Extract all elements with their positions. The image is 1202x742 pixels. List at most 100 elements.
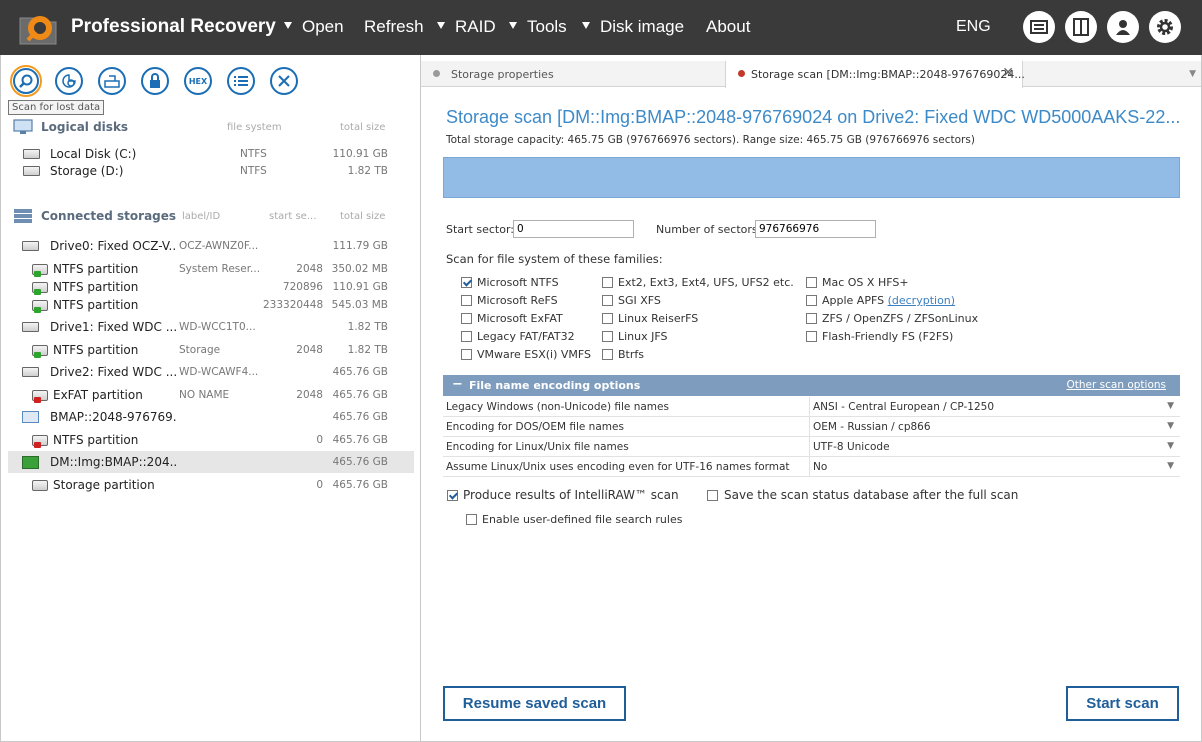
menu-refresh[interactable]: Refresh [364,17,424,37]
storage-row[interactable]: Drive0: Fixed OCZ-V... OCZ-AWNZ0F... 111.7… [8,235,414,257]
encoding-key: Encoding for DOS/OEM file names [446,421,624,433]
storage-row[interactable]: BMAP::2048-976769... 465.76 GB [8,406,414,428]
storage-start-sector: 0 [316,434,323,446]
storage-row[interactable]: DM::Img:BMAP::204... 465.76 GB [8,451,414,473]
start-scan-button[interactable]: Start scan [1066,686,1179,721]
encoding-select[interactable]: OEM - Russian / cp866 ▼ [809,417,1180,437]
menu-raid[interactable]: RAID [455,17,496,37]
fs-checkbox[interactable] [806,313,817,324]
storages-icon [14,209,32,223]
storage-name: NTFS partition [53,262,139,276]
fs-checkbox[interactable] [806,295,817,306]
save-db-checkbox[interactable] [707,490,718,501]
hex-editor-button[interactable]: HEX [184,67,212,95]
other-scan-options-link[interactable]: Other scan options [1067,379,1167,391]
fs-label: VMware ESX(i) VMFS [477,348,592,361]
storage-row[interactable]: Storage partition 0 465.76 GB [8,474,414,496]
disk-image-dropdown-icon [582,22,590,29]
fs-label: Mac OS X HFS+ [822,276,909,289]
fs-checkbox[interactable] [461,349,472,360]
fs-label: Btrfs [618,348,644,361]
close-icon [278,75,290,87]
chevron-down-icon: ▼ [1167,461,1174,471]
col-file-system: file system [227,122,282,133]
tab-storage-properties[interactable]: Storage properties [421,61,725,87]
decryption-link[interactable]: (decryption) [888,294,955,307]
fs-checkbox[interactable] [602,349,613,360]
intelliraw-checkbox[interactable] [447,490,458,501]
storage-row[interactable]: Drive1: Fixed WDC ... WD-WCC1T0... 1.82 TB [8,316,414,338]
fs-label: SGI XFS [618,294,661,307]
create-image-button[interactable] [98,67,126,95]
menu-about[interactable]: About [706,17,750,37]
fs-checkbox[interactable] [806,277,817,288]
encoding-key: Encoding for Linux/Unix file names [446,441,629,453]
storage-name: Drive0: Fixed OCZ-V... [50,239,177,253]
user-button[interactable] [1107,11,1139,43]
fs-checkbox[interactable] [461,295,472,306]
storage-row[interactable]: NTFS partition 233320448 545.03 MB [8,294,414,316]
disk-name: Local Disk (C:) [50,147,137,161]
settings-button[interactable] [1149,11,1181,43]
logical-disk-row[interactable]: Storage (D:) NTFS 1.82 TB [8,160,414,182]
menu-disk-image[interactable]: Disk image [600,17,684,37]
drive-icon [22,241,39,251]
encoding-options-header[interactable]: − File name encoding options Other scan … [443,375,1180,396]
partition-search-button[interactable] [55,67,83,95]
list-button[interactable] [227,67,255,95]
storage-row[interactable]: Drive2: Fixed WDC ... WD-WCAWF4... 465.76 … [8,361,414,383]
fs-checkbox[interactable] [461,277,472,288]
top-bar: Professional Recovery Open Refresh RAID … [0,0,1202,55]
storage-row[interactable]: NTFS partition Storage 2048 1.82 TB [8,339,414,361]
fs-checkbox[interactable] [602,277,613,288]
storage-name: Drive2: Fixed WDC ... [50,365,177,379]
monitor-icon [13,119,33,134]
close-storage-button[interactable] [270,67,298,95]
fs-label: Apple APFS (decryption) [822,294,956,307]
start-sector-input[interactable] [513,220,634,238]
encoding-key: Assume Linux/Unix uses encoding even for… [446,461,790,473]
logical-disks-header: Logical disks [41,120,129,134]
fs-checkbox[interactable] [461,331,472,342]
storage-size: 465.76 GB [332,366,388,378]
encoding-select[interactable]: No ▼ [809,457,1180,477]
storage-name: NTFS partition [53,433,139,447]
scan-lost-data-button[interactable] [10,65,42,97]
storage-row[interactable]: ExFAT partition NO NAME 2048 465.76 GB [8,384,414,406]
language-selector[interactable]: ENG [956,18,991,36]
encoding-value: UTF-8 Unicode [813,441,890,453]
tab-storage-scan[interactable]: Storage scan [DM::Img:BMAP::2048-9767690… [725,61,1025,88]
fs-checkbox[interactable] [602,331,613,342]
save-db-label: Save the scan status database after the … [724,488,1019,502]
user-rules-checkbox[interactable] [466,514,477,525]
tab-dot-icon [738,70,745,77]
lock-button[interactable] [141,67,169,95]
log-button[interactable] [1023,11,1055,43]
tab-menu-icon[interactable]: ▼ [1189,69,1196,79]
storage-label: WD-WCAWF4... [179,366,259,378]
fs-checkbox[interactable] [806,331,817,342]
disk-icon [23,166,40,176]
storage-name: BMAP::2048-976769... [50,410,177,424]
number-of-sectors-input[interactable] [755,220,876,238]
fs-checkbox[interactable] [602,313,613,324]
panel-toggle-button[interactable] [1065,11,1097,43]
storage-row[interactable]: NTFS partition 0 465.76 GB [8,429,414,451]
menu-tools[interactable]: Tools [527,17,567,37]
partition-icon [32,282,48,295]
storage-size: 545.03 MB [331,299,388,311]
user-icon [1116,20,1130,35]
col-total-size: total size [340,122,386,133]
fs-checkbox[interactable] [461,313,472,324]
menu-open[interactable]: Open [302,17,344,37]
tab-close-icon[interactable]: ✕ [1002,65,1014,81]
partition-icon [32,264,48,277]
encoding-select[interactable]: UTF-8 Unicode ▼ [809,437,1180,457]
storage-start-sector: 0 [316,479,323,491]
storage-size: 465.76 GB [332,411,388,423]
number-of-sectors-label: Number of sectors: [656,223,762,236]
lock-icon [150,73,160,88]
encoding-select[interactable]: ANSI - Central European / CP-1250 ▼ [809,397,1180,417]
fs-checkbox[interactable] [602,295,613,306]
resume-saved-scan-button[interactable]: Resume saved scan [443,686,626,721]
